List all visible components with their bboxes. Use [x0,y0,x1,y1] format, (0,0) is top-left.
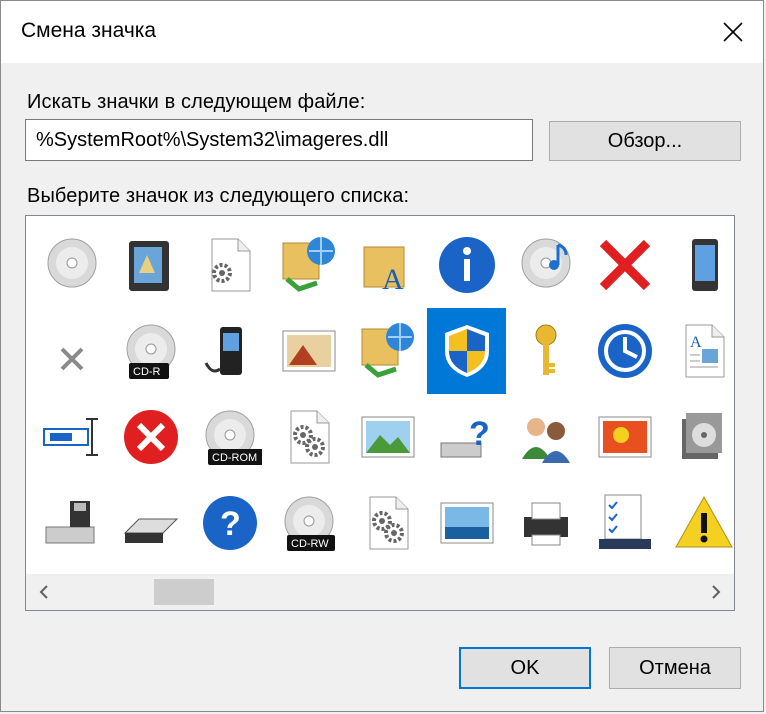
help-circle-icon: ? [202,496,257,550]
landscape-picture-icon [361,416,414,458]
network-folder-icon [282,237,335,292]
chevron-left-icon [39,585,48,599]
media-player-icon [204,327,242,375]
document-gear-icon [290,410,329,464]
title-bar: Смена значка [1,1,763,63]
icon-cell[interactable] [585,222,664,308]
icon-cell[interactable] [506,480,585,566]
printer-icon [523,502,568,546]
icon-cell[interactable] [585,394,664,480]
key-icon [535,324,556,375]
dialog-title: Смена значка [21,19,157,42]
document-picture-icon: A [685,324,724,378]
mobile-phone-icon [691,239,718,291]
icon-cell[interactable] [269,394,348,480]
svg-text:CD-ROM: CD-ROM [212,452,257,464]
icon-grid: A CD-R A CD-ROM?? CD-RW [32,222,734,610]
icon-cell[interactable]: CD-ROM [190,394,269,480]
icon-cell[interactable]: CD-RW [269,480,348,566]
icon-cell[interactable] [111,480,190,566]
icon-cell[interactable] [190,222,269,308]
icon-cell[interactable] [506,222,585,308]
icon-cell[interactable] [111,394,190,480]
picture-icon [282,330,335,372]
icon-cell[interactable] [506,308,585,394]
icon-cell[interactable] [32,394,111,480]
svg-text:A: A [690,334,702,351]
file-path-input[interactable] [25,119,533,161]
cd-disc-icon [47,238,96,288]
scroll-right-button[interactable] [700,574,732,610]
svg-text:?: ? [220,505,241,543]
text-field-icon [42,418,98,456]
music-cd-icon [521,238,570,288]
list-label: Выберите значок из следующего списка: [27,185,410,207]
icon-cell[interactable] [269,222,348,308]
red-x-icon [599,239,650,291]
icon-cell[interactable]: A [348,222,427,308]
svg-text:CD-RW: CD-RW [291,538,329,550]
error-circle-icon [123,410,178,464]
icon-cell[interactable] [348,480,427,566]
icon-cell[interactable] [190,308,269,394]
change-icon-dialog: Смена значка Искать значки в следующем ф… [0,0,764,712]
icon-cell[interactable]: CD-R [111,308,190,394]
icon-cell[interactable] [32,222,111,308]
cd-r-icon: CD-R [126,324,175,379]
cd-rom-icon: CD-ROM [205,410,262,465]
icon-cell[interactable] [348,394,427,480]
icon-cell[interactable] [32,480,111,566]
horizontal-scrollbar[interactable] [26,574,734,610]
svg-text:?: ? [469,415,490,453]
lake-picture-icon [440,502,493,544]
scroll-left-button[interactable] [28,574,60,610]
icon-cell[interactable] [585,308,664,394]
close-icon [723,22,743,42]
icon-cell[interactable] [269,308,348,394]
uac-shield-icon [444,325,489,377]
info-icon [438,237,495,293]
scanner-icon [123,518,178,543]
icon-cell[interactable] [427,308,506,394]
ok-button[interactable]: OK [459,647,591,689]
cd-rw-icon: CD-RW [284,496,335,551]
icon-list[interactable]: A CD-R A CD-ROM?? CD-RW [25,215,735,611]
chevron-right-icon [712,585,721,599]
media-box-icon [681,413,722,459]
scroll-thumb[interactable] [154,579,214,605]
floppy-drive-icon [45,501,94,544]
backup-clock-icon [597,324,652,378]
icon-cell[interactable] [111,222,190,308]
icon-cell[interactable] [664,222,734,308]
document-settings-icon [211,238,250,292]
network-folder-icon [361,323,414,378]
icon-cell[interactable]: ? [190,480,269,566]
browse-button[interactable]: Обзор... [549,121,741,161]
svg-text:A: A [382,263,404,296]
icon-cell[interactable] [427,480,506,566]
icon-cell[interactable] [506,394,585,480]
icon-cell[interactable] [348,308,427,394]
checklist-icon [598,494,651,549]
icon-cell[interactable] [427,222,506,308]
photo-icon [598,416,651,458]
font-folder-icon: A [363,246,404,296]
warning-icon [674,495,733,548]
file-label: Искать значки в следующем файле: [27,91,366,113]
users-icon [521,418,570,463]
icon-cell[interactable] [664,394,734,480]
cancel-button[interactable]: Отмена [609,647,741,689]
icon-cell[interactable]: A [664,308,734,394]
icon-cell[interactable] [664,480,734,566]
icon-cell[interactable] [32,308,111,394]
close-button[interactable] [703,1,763,63]
document-gear-icon [369,496,408,550]
tablet-device-icon [128,241,169,291]
icon-cell[interactable] [585,480,664,566]
icon-cell[interactable]: ? [427,394,506,480]
help-drive-icon: ? [440,415,490,458]
small-x-icon [60,347,83,371]
svg-text:CD-R: CD-R [133,366,161,378]
